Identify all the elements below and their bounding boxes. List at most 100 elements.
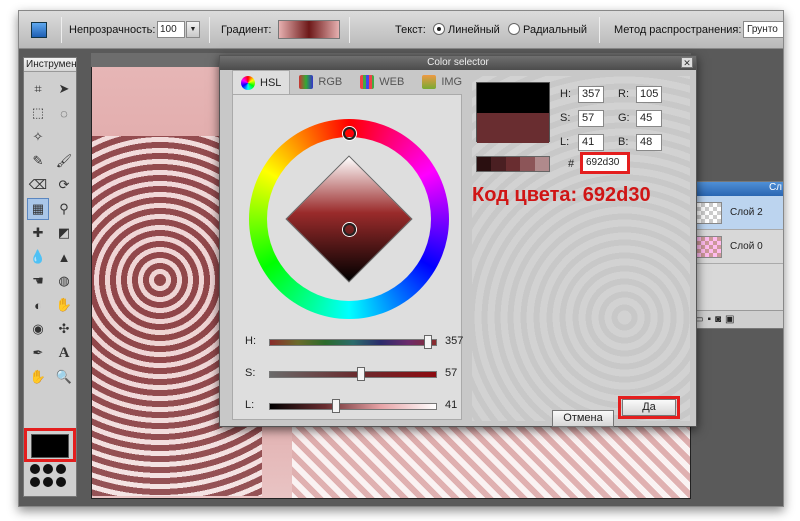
- dodge-icon[interactable]: ◐: [27, 294, 49, 316]
- tab-label: HSL: [260, 76, 282, 89]
- hue-marker[interactable]: [343, 127, 356, 140]
- hex-input[interactable]: 692d30: [583, 155, 627, 170]
- sponge-icon[interactable]: ◍: [53, 270, 75, 292]
- rgb-tab-icon: [299, 75, 314, 89]
- brush-icon[interactable]: 🖌: [53, 150, 75, 172]
- dialog-title-text: Color selector: [427, 57, 489, 68]
- pencil-icon[interactable]: ✎: [27, 150, 49, 172]
- new-color-swatch: [477, 113, 549, 143]
- foreground-color-swatch[interactable]: [31, 434, 69, 458]
- bucket-icon[interactable]: ◩: [53, 222, 75, 244]
- tab-web[interactable]: WEB: [351, 70, 413, 94]
- tab-label: RGB: [318, 76, 343, 88]
- saturation-slider-track[interactable]: [269, 367, 437, 381]
- shade-cell[interactable]: [534, 157, 550, 171]
- marquee-icon[interactable]: ⬚: [27, 102, 49, 124]
- sl-marker[interactable]: [343, 223, 356, 236]
- shade-cell[interactable]: [491, 157, 506, 171]
- linear-radio[interactable]: [433, 23, 445, 35]
- saturation-slider-knob[interactable]: [357, 367, 366, 381]
- ok-button[interactable]: Да: [622, 399, 676, 416]
- layer-name: Слой 2: [730, 207, 763, 218]
- tools-title: Инструменты: [24, 58, 76, 72]
- shade-cell[interactable]: [505, 157, 521, 171]
- type-icon[interactable]: A: [53, 342, 75, 364]
- gradient-icon[interactable]: ▦: [27, 198, 49, 220]
- dialog-title: Color selector ✕: [220, 56, 696, 70]
- old-color-swatch[interactable]: [477, 83, 549, 113]
- layer-item[interactable]: Слой 0: [688, 230, 783, 264]
- options-bar: Непрозрачность: 100 ▼ Градиент: Текст: Л…: [19, 11, 783, 49]
- g-input[interactable]: 45: [636, 110, 662, 127]
- gradient-preview[interactable]: [278, 20, 340, 39]
- tab-label: WEB: [379, 76, 405, 88]
- move-icon[interactable]: ➤: [53, 78, 75, 100]
- slider-label: S:: [245, 367, 256, 379]
- spread-label: Метод распространения:: [614, 24, 742, 36]
- preset-dot[interactable]: [43, 464, 53, 474]
- opacity-dropdown-button[interactable]: ▼: [186, 21, 200, 38]
- l-input[interactable]: 41: [578, 134, 604, 151]
- saturation-slider-row: S: 57: [245, 367, 457, 381]
- blur-icon[interactable]: 💧: [27, 246, 49, 268]
- cancel-button[interactable]: Отмена: [552, 410, 614, 427]
- hue-wheel[interactable]: [249, 119, 449, 319]
- pinch-icon[interactable]: ✣: [53, 318, 75, 340]
- shade-cell[interactable]: [477, 157, 492, 171]
- radial-radio[interactable]: [508, 23, 520, 35]
- redeye-icon[interactable]: ◉: [27, 318, 49, 340]
- preset-dot[interactable]: [30, 464, 40, 474]
- color-mode-tabs: HSL RGB WEB IMG: [232, 70, 471, 94]
- layer-item[interactable]: Слой 2: [688, 196, 783, 230]
- tab-img[interactable]: IMG: [413, 70, 471, 94]
- shade-strip[interactable]: [476, 156, 550, 172]
- hsl-tab-icon: [241, 75, 255, 90]
- layers-footer-icons[interactable]: ▭▪◙▣: [688, 310, 783, 328]
- tab-hsl[interactable]: HSL: [232, 70, 291, 94]
- stamp-icon[interactable]: ⚲: [53, 198, 75, 220]
- spread-select[interactable]: Грунто: [743, 21, 783, 38]
- wand-icon[interactable]: ✧: [27, 126, 49, 148]
- preset-dot[interactable]: [56, 477, 66, 487]
- close-icon[interactable]: ✕: [681, 57, 693, 68]
- l-field: L: 41: [560, 134, 604, 151]
- slider-value: 357: [445, 335, 464, 347]
- b-field: B: 48: [618, 134, 662, 151]
- hue-slider-track[interactable]: [269, 335, 437, 349]
- smudge-icon[interactable]: ☚: [27, 270, 49, 292]
- r-input[interactable]: 105: [636, 86, 662, 103]
- opacity-input[interactable]: 100: [157, 21, 185, 38]
- eraser-icon[interactable]: ⌫: [27, 174, 49, 196]
- zoom-icon[interactable]: 🔍: [53, 366, 75, 388]
- healing-icon[interactable]: ✚: [27, 222, 49, 244]
- separator: [599, 17, 600, 43]
- preset-dot[interactable]: [30, 477, 40, 487]
- lightness-slider-track[interactable]: [269, 399, 437, 413]
- hue-slider-knob[interactable]: [424, 335, 433, 349]
- color-compare-swatch: [476, 82, 550, 143]
- b-input[interactable]: 48: [636, 134, 662, 151]
- shade-cell[interactable]: [520, 157, 535, 171]
- lightness-slider-knob[interactable]: [331, 399, 340, 413]
- lasso-icon[interactable]: ◌: [53, 102, 75, 124]
- lightness-slider-row: L: 41: [245, 399, 457, 413]
- canvas-pattern: [292, 416, 690, 498]
- gradient-tool-icon: [31, 22, 47, 38]
- app-window: Непрозрачность: 100 ▼ Градиент: Текст: Л…: [18, 10, 784, 507]
- hand-icon[interactable]: ✋: [27, 366, 49, 388]
- tab-rgb[interactable]: RGB: [290, 70, 351, 94]
- h-input[interactable]: 357: [578, 86, 604, 103]
- preset-dot[interactable]: [56, 464, 66, 474]
- layers-panel: Сл Слой 2 Слой 0 ▭▪◙▣: [687, 181, 783, 329]
- hex-label: #: [568, 158, 575, 170]
- separator: [61, 17, 62, 43]
- crop-icon[interactable]: ⌗: [27, 78, 49, 100]
- burn-icon[interactable]: ✋: [53, 294, 75, 316]
- separator: [209, 17, 210, 43]
- eyedropper-icon[interactable]: ✒: [27, 342, 49, 364]
- replace-color-icon[interactable]: ⟳: [53, 174, 75, 196]
- sharpen-icon[interactable]: ▲: [53, 246, 75, 268]
- preset-dot[interactable]: [43, 477, 53, 487]
- radial-label: Радиальный: [523, 24, 588, 36]
- s-input[interactable]: 57: [578, 110, 604, 127]
